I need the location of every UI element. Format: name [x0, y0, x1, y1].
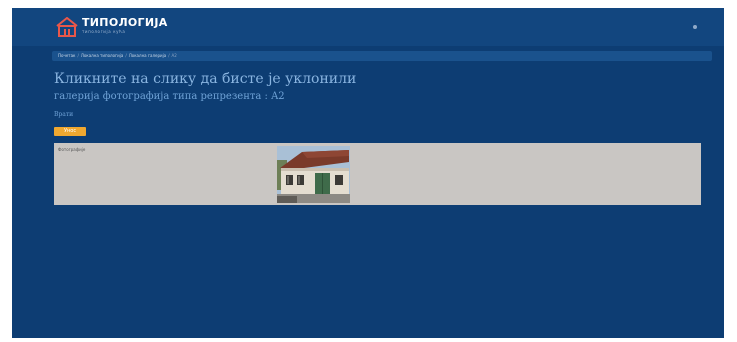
back-link[interactable]: Врати: [54, 111, 73, 118]
page-frame: ТИПОЛОГИЈА типологија кућа Почетак / Локал…: [12, 8, 724, 338]
site-header: ТИПОЛОГИЈА типологија кућа: [12, 8, 724, 46]
house-logo-icon[interactable]: [56, 17, 78, 37]
breadcrumb-separator: /: [125, 53, 127, 58]
page-subtitle: галерија фотографија типа репрезента : A…: [54, 91, 285, 102]
breadcrumb-item-typology[interactable]: Локална типологија: [81, 51, 123, 61]
gallery-photo[interactable]: [277, 146, 350, 203]
photo-gallery: Фотографије: [54, 143, 701, 205]
brand-tagline: типологија кућа: [82, 29, 126, 34]
gallery-label: Фотографије: [58, 147, 86, 152]
page-title: Кликните на слику да бисте је уклонили: [54, 71, 357, 87]
brand-name[interactable]: ТИПОЛОГИЈА: [82, 16, 168, 29]
breadcrumb: Почетак / Локална типологија / Локална галер…: [52, 51, 712, 61]
menu-dot-icon[interactable]: [693, 25, 697, 29]
breadcrumb-item-gallery[interactable]: Локална галерија: [129, 51, 167, 61]
add-photo-button[interactable]: Унос: [54, 127, 86, 136]
breadcrumb-separator: /: [168, 53, 170, 58]
breadcrumb-item-home[interactable]: Почетак: [58, 51, 75, 61]
breadcrumb-item-current: A2: [171, 53, 177, 58]
breadcrumb-separator: /: [77, 53, 79, 58]
